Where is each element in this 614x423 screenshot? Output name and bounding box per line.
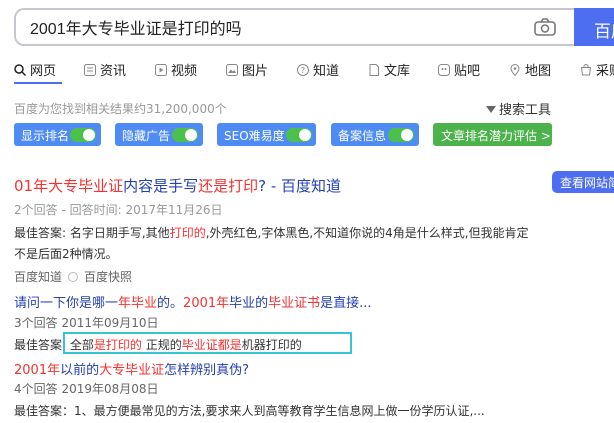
snapshot-link[interactable]: 百度快照	[84, 270, 132, 284]
answer-label: 最佳答案	[14, 338, 63, 352]
svg-text:?: ?	[301, 66, 305, 75]
funnel-icon	[486, 106, 496, 113]
tab-label: 资讯	[100, 64, 127, 79]
toggle-switch[interactable]	[70, 128, 96, 142]
map-icon	[510, 64, 520, 76]
switch-knob	[185, 129, 197, 141]
sub-question-answer-2: 最佳答案：1、最方便最常见的方法,要求来人到高等教育学生信息网上做一份学历认证,…	[14, 404, 485, 418]
wenku-icon	[369, 64, 379, 76]
zhidao-icon: ?	[297, 64, 309, 76]
active-tab-indicator	[14, 82, 62, 84]
sub-text: 请问一下你是哪一	[14, 296, 119, 311]
source-link[interactable]: 百度知道	[14, 270, 62, 284]
annotation-highlight-box	[63, 332, 352, 354]
sub-highlight: 毕业证书	[268, 296, 321, 311]
sub-highlight: 2001年	[14, 363, 61, 378]
sub-text: 的。	[157, 296, 184, 311]
shield-icon	[68, 272, 79, 282]
result-title-link[interactable]: 01年大专毕业证内容是手写还是打印? - 百度知道	[14, 175, 341, 196]
tab-label: 地图	[525, 64, 552, 79]
sub-text: 毕业的	[229, 296, 269, 311]
answer-text: 最佳答案: 名字日期手写,其他	[14, 226, 170, 240]
toggle-label: 备案信息	[338, 129, 387, 143]
tab-image[interactable]: 图片	[226, 60, 268, 80]
switch-knob	[299, 129, 311, 141]
toggle-switch[interactable]	[172, 128, 198, 142]
sub-question-meta-1: 3个回答 2011年09月10日	[14, 316, 159, 330]
tab-video[interactable]: 视频	[155, 60, 197, 80]
image-icon	[226, 64, 238, 76]
result-count: 百度为您找到相关结果约31,200,000个	[14, 102, 227, 116]
tab-label: 采购	[596, 64, 614, 79]
sub-highlight: 年毕业	[118, 296, 158, 311]
tab-label: 图片	[242, 64, 269, 79]
toggle-hide-ads[interactable]: 隐藏广告	[115, 123, 203, 146]
toggle-label: 显示排名	[21, 129, 70, 143]
toggle-icp-info[interactable]: 备案信息	[331, 123, 419, 146]
title-highlight: 还是打印	[198, 177, 259, 195]
toggle-switch[interactable]	[388, 128, 414, 142]
tab-map[interactable]: 地图	[509, 60, 551, 80]
sub-text: 是直接...	[320, 296, 372, 311]
tab-label: 视频	[171, 64, 198, 79]
tab-wenku[interactable]: 文库	[368, 60, 410, 80]
tab-label: 文库	[384, 64, 411, 79]
tab-web[interactable]: 网页	[14, 60, 56, 80]
search-tools-button[interactable]: 搜索工具	[486, 99, 551, 118]
tab-shopping[interactable]: 采购	[580, 60, 614, 80]
sub-highlight: 大专毕业证	[99, 363, 165, 378]
tieba-icon	[438, 64, 450, 76]
sub-text: 以前的	[60, 363, 100, 378]
tab-news[interactable]: 资讯	[84, 60, 126, 80]
title-highlight: 01年	[14, 177, 49, 195]
sub-highlight: 2001年	[183, 296, 230, 311]
search-icon	[14, 64, 26, 76]
sub-question-link-1[interactable]: 请问一下你是哪一年毕业的。2001年毕业的毕业证书是直接...	[14, 292, 372, 311]
shopping-icon	[580, 64, 592, 76]
toggle-label: 隐藏广告	[122, 129, 171, 143]
view-site-button[interactable]: 查看网站简介	[552, 171, 614, 193]
toggle-show-rank[interactable]: 显示排名	[14, 123, 101, 146]
answer-highlight: 打印的	[169, 226, 206, 240]
sub-question-link-2[interactable]: 2001年以前的大专毕业证怎样辨别真伪?	[14, 359, 249, 378]
switch-knob	[83, 129, 95, 141]
sub-question-meta-2: 4个回答 2019年08月08日	[14, 382, 159, 396]
tab-zhidao[interactable]: ? 知道	[297, 60, 339, 80]
rank-potential-button[interactable]: 文章排名潜力评估 >	[433, 123, 552, 146]
title-text: 内容是手写	[123, 177, 199, 195]
tab-label: 贴吧	[454, 64, 481, 79]
video-icon	[155, 64, 167, 76]
answer-text: ,外壳红色,字体黑色,不知道你说的4角是什么样式,但我能肯定	[205, 226, 529, 240]
result-meta: 2个回答 - 回答时间: 2017年11月26日	[14, 203, 223, 217]
toggle-label: SEO难易度	[224, 129, 285, 143]
search-box[interactable]	[14, 8, 574, 46]
switch-knob	[401, 129, 413, 141]
camera-icon[interactable]	[534, 18, 556, 36]
search-tools-label: 搜索工具	[499, 103, 552, 118]
result-source: 百度知道 百度快照	[14, 268, 132, 285]
tab-label: 网页	[30, 64, 57, 79]
result-answer-line2: 不是后面2种情况。	[14, 247, 118, 261]
toggle-seo-difficulty[interactable]: SEO难易度	[217, 123, 316, 146]
search-button[interactable]: 百度	[574, 8, 614, 46]
search-input[interactable]	[30, 18, 500, 36]
news-icon	[84, 64, 96, 76]
title-highlight: 大专毕业证	[48, 177, 124, 195]
toggle-switch[interactable]	[286, 128, 312, 142]
sub-text: 怎样辨别真伪?	[164, 363, 250, 378]
tab-tieba[interactable]: 贴吧	[438, 60, 480, 80]
tab-label: 知道	[313, 64, 340, 79]
result-answer: 最佳答案: 名字日期手写,其他打印的,外壳红色,字体黑色,不知道你说的4角是什么…	[14, 224, 529, 241]
title-text: ? - 百度知道	[258, 177, 342, 195]
